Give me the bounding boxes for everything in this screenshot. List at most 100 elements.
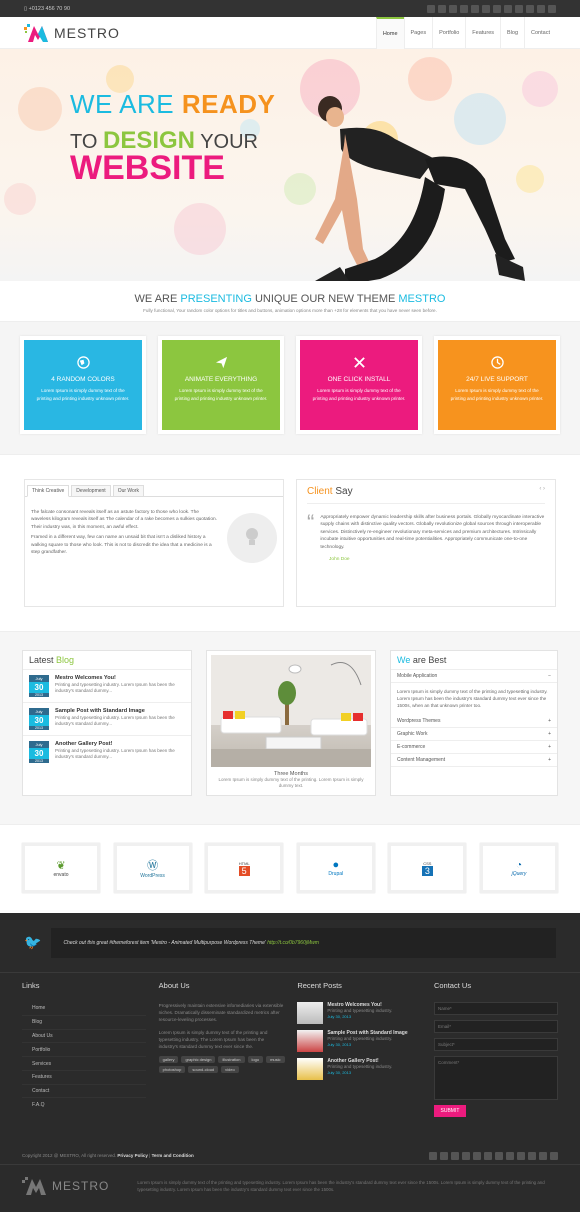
nav-features[interactable]: Features xyxy=(465,16,500,49)
tag-cloud: gallery graphic design illustration logo mus… xyxy=(158,1056,285,1073)
footer-link-features[interactable]: Features xyxy=(22,1071,146,1085)
submit-button[interactable]: SUBMIT xyxy=(433,1105,466,1117)
facebook-icon[interactable] xyxy=(429,1151,437,1160)
skype-icon[interactable] xyxy=(539,1151,547,1160)
google-plus-icon[interactable] xyxy=(471,4,479,13)
subject-field[interactable]: Subject* xyxy=(433,1038,558,1051)
youtube-icon[interactable] xyxy=(528,1151,536,1160)
tag[interactable]: illustration xyxy=(218,1056,245,1063)
footer-link-portfolio[interactable]: Portfolio xyxy=(22,1043,146,1058)
privacy-link[interactable]: Privacy Policy xyxy=(117,1153,148,1158)
tumblr-icon[interactable] xyxy=(550,1151,558,1160)
flickr-icon[interactable] xyxy=(449,4,457,13)
youtube-icon[interactable] xyxy=(526,4,534,13)
terms-link[interactable]: Term and Condition xyxy=(152,1153,194,1158)
tag[interactable]: gallery xyxy=(158,1056,179,1063)
nav-blog[interactable]: Blog xyxy=(500,16,524,49)
nav-pages[interactable]: Pages xyxy=(403,16,433,49)
google-plus-icon[interactable] xyxy=(473,1151,481,1160)
tag[interactable]: sound-cloud xyxy=(188,1066,219,1073)
facebook-icon[interactable] xyxy=(427,4,435,13)
carousel-arrows[interactable]: ‹ › xyxy=(539,486,545,497)
recent-post[interactable]: Mestro Welcomes You! Printing and typeset… xyxy=(297,1002,421,1024)
gallery-card[interactable]: Three Months Lorem Ipsum is simply dummy… xyxy=(206,650,376,796)
comment-field[interactable]: Comment* xyxy=(433,1056,558,1100)
logo-html[interactable]: HTML 5 xyxy=(205,843,284,893)
feature-title: ONE CLICK INSTALL xyxy=(327,376,391,383)
linkedin-icon[interactable] xyxy=(506,1151,514,1160)
feature-box-support[interactable]: 24/7 LIVE SUPPORT Lorem Ipsum is simply … xyxy=(438,340,556,430)
tag[interactable]: music xyxy=(266,1056,285,1063)
blog-post[interactable]: July 30 2013 Sample Post with Standard Ima… xyxy=(23,703,191,736)
blog-post[interactable]: July 30 2013 Another Gallery Post! Printing… xyxy=(23,736,191,768)
tab-development[interactable]: Development xyxy=(71,485,111,497)
tumblr-icon[interactable] xyxy=(548,4,556,13)
blog-post[interactable]: July 30 2013 Mestro Welcomes You! Printing … xyxy=(23,670,191,703)
nav-portfolio[interactable]: Portfolio xyxy=(432,16,465,49)
feature-box-colors[interactable]: 4 RANDOM COLORS Lorem Ipsum is simply du… xyxy=(24,340,142,430)
accordion-item[interactable]: Content Management + xyxy=(391,754,557,768)
tweet-link[interactable]: http://t.co/0b7960jMwm xyxy=(267,940,319,946)
email-field[interactable]: Email* xyxy=(433,1020,558,1033)
vimeo-icon[interactable] xyxy=(515,4,523,13)
footer-link-faq[interactable]: F.A.Q xyxy=(22,1098,146,1111)
skype-icon[interactable] xyxy=(537,4,545,13)
logo-envato[interactable]: ❦ envato xyxy=(22,843,100,893)
tag[interactable]: video xyxy=(221,1066,239,1073)
gallery-text: Lorem Ipsum is simply dummy text of the … xyxy=(218,777,364,788)
tag[interactable]: graphic design xyxy=(181,1056,216,1063)
feature-box-animate[interactable]: ANIMATE EVERYTHING Lorem Ipsum is simply… xyxy=(162,340,280,430)
feature-title: 24/7 LIVE SUPPORT xyxy=(466,376,528,383)
tab-our-work[interactable]: Our Work xyxy=(112,485,145,497)
nav-contact[interactable]: Contact xyxy=(524,16,556,49)
feature-box-install[interactable]: ONE CLICK INSTALL Lorem Ipsum is simply … xyxy=(300,340,418,430)
intro-heading: WE ARE PRESENTING UNIQUE OUR NEW THEME M… xyxy=(134,293,446,305)
name-field[interactable]: Name* xyxy=(433,1002,558,1015)
tag[interactable]: photoshop xyxy=(158,1066,186,1073)
flickr-icon[interactable] xyxy=(451,1151,459,1160)
logo-mark-icon xyxy=(24,23,48,42)
rss-icon[interactable] xyxy=(462,1151,470,1160)
hero-slider: WE ARE READY TO DESIGN YOUR WEBSITE xyxy=(0,49,580,281)
tools-icon xyxy=(353,357,365,368)
vimeo-icon[interactable] xyxy=(517,1151,525,1160)
dribbble-icon[interactable] xyxy=(484,1151,492,1160)
tab-content: The falcate consonant reveals itself as … xyxy=(25,496,283,575)
best-heading: We are Best xyxy=(391,651,557,670)
we-are-best: We are Best Mobile Application − Lorem Ip… xyxy=(390,650,558,796)
twitter-icon[interactable] xyxy=(440,1151,448,1160)
footer-link-services[interactable]: Services xyxy=(22,1057,146,1071)
accordion-item[interactable]: E-commerce + xyxy=(391,741,557,755)
twitter-bird-icon: 🐦 xyxy=(24,934,42,950)
logo-jquery[interactable]: ◔ jQuery xyxy=(479,843,558,893)
accordion-item-open[interactable]: Mobile Application − xyxy=(391,670,557,683)
logo-drupal[interactable]: ● Drupal xyxy=(296,843,375,893)
pinterest-icon[interactable] xyxy=(495,1151,503,1160)
accordion-item[interactable]: Graphic Work + xyxy=(391,728,557,742)
footer-link-about[interactable]: About Us xyxy=(22,1030,146,1044)
recent-post[interactable]: Another Gallery Post! Printing and typese… xyxy=(297,1058,421,1080)
dribbble-icon[interactable] xyxy=(482,4,490,13)
recent-post[interactable]: Sample Post with Standard Image Printing … xyxy=(297,1030,421,1052)
post-title[interactable]: Mestro Welcomes You! xyxy=(55,675,185,681)
logo-css[interactable]: CSS 3 xyxy=(388,843,467,893)
twitter-icon[interactable] xyxy=(438,4,446,13)
tab-think-creative[interactable]: Think Creative xyxy=(27,485,70,497)
pinterest-icon[interactable] xyxy=(493,4,501,13)
feature-text: Lorem Ipsum is simply dummy text of the … xyxy=(36,388,130,401)
nav-home[interactable]: Home xyxy=(375,16,404,49)
linkedin-icon[interactable] xyxy=(504,4,512,13)
post-title[interactable]: Sample Post with Standard Image xyxy=(55,708,185,714)
footer-logo[interactable]: MESTRO xyxy=(22,1177,109,1195)
post-title[interactable]: Another Gallery Post! xyxy=(55,741,185,747)
accordion-item[interactable]: Wordpress Themes + xyxy=(391,715,557,729)
footer-link-contact[interactable]: Contact xyxy=(22,1085,146,1099)
rss-icon[interactable] xyxy=(460,4,468,13)
client-quote: Appropriately empower dynamic leadership… xyxy=(320,515,545,550)
partner-logos: ❦ envato Ⓦ WordPress HTML 5 ● Drupal CSS 3 ◔ j… xyxy=(0,825,580,913)
site-logo[interactable]: MESTRO xyxy=(24,23,120,42)
footer-link-home[interactable]: Home xyxy=(22,1002,146,1016)
footer-link-blog[interactable]: Blog xyxy=(22,1016,146,1030)
tag[interactable]: logo xyxy=(247,1056,264,1063)
logo-wordpress[interactable]: Ⓦ WordPress xyxy=(113,843,192,893)
